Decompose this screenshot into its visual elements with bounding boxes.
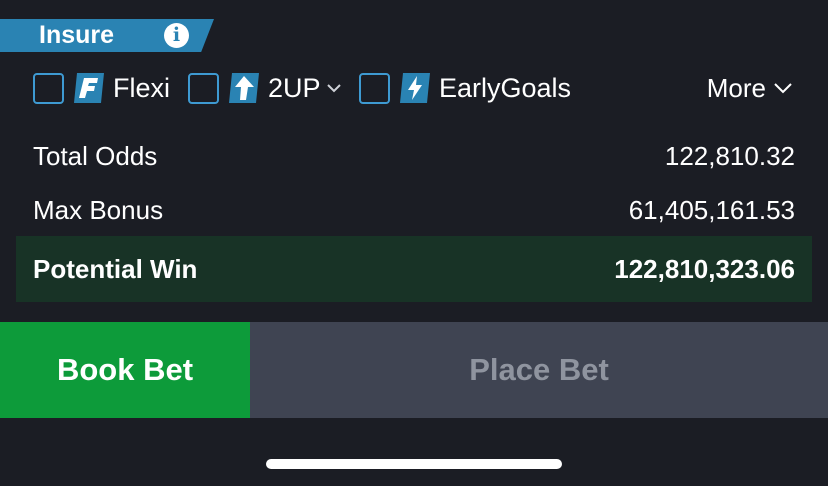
2up-label: 2UP — [268, 72, 321, 103]
book-bet-button[interactable]: Book Bet — [0, 322, 250, 418]
insure-label: Insure — [39, 21, 115, 49]
more-button[interactable]: More — [707, 68, 792, 108]
potential-win-label: Potential Win — [33, 253, 198, 284]
total-odds-row: Total Odds 122,810.32 — [16, 134, 812, 178]
max-bonus-row: Max Bonus 61,405,161.53 — [16, 188, 812, 232]
flexi-checkbox[interactable] — [33, 72, 64, 104]
chevron-down-icon — [774, 82, 792, 93]
place-bet-button[interactable]: Place Bet — [250, 322, 828, 418]
flexi-label: Flexi — [113, 72, 171, 103]
total-odds-value: 122,810.32 — [664, 140, 795, 171]
option-flexi[interactable]: Flexi — [33, 68, 170, 108]
option-2up[interactable]: 2UP — [188, 68, 341, 108]
potential-win-row: Potential Win 122,810,323.06 — [16, 236, 812, 302]
total-odds-label: Total Odds — [33, 140, 158, 171]
earlygoals-label: EarlyGoals — [439, 72, 572, 103]
up-arrow-icon — [229, 73, 259, 103]
flexi-icon — [74, 73, 104, 103]
more-label: More — [706, 72, 766, 103]
home-indicator[interactable] — [266, 459, 562, 469]
max-bonus-value: 61,405,161.53 — [628, 194, 795, 225]
info-icon[interactable]: i — [164, 23, 189, 48]
chevron-down-icon[interactable] — [326, 83, 341, 93]
max-bonus-label: Max Bonus — [33, 194, 164, 225]
lightning-icon — [400, 73, 430, 103]
option-earlygoals[interactable]: EarlyGoals — [359, 68, 571, 108]
potential-win-value: 122,810,323.06 — [614, 253, 795, 284]
earlygoals-checkbox[interactable] — [359, 72, 390, 104]
2up-checkbox[interactable] — [188, 72, 219, 104]
insure-tab[interactable]: Insure i — [0, 19, 214, 52]
bet-options-row: Flexi 2UP EarlyGoals More — [0, 68, 828, 108]
